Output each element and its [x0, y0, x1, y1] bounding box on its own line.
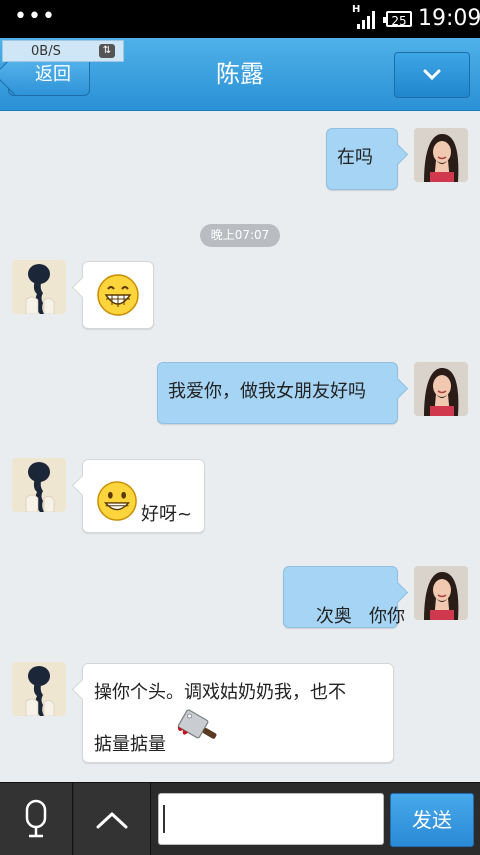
message-bubble-incoming[interactable]: 操你个头。调戏姑奶奶我，也不 掂量掂量 — [82, 663, 394, 763]
cleaver-knife-icon — [177, 709, 217, 739]
microphone-icon — [25, 799, 47, 838]
my-avatar[interactable] — [414, 362, 468, 416]
smiling-face-icon — [97, 481, 137, 521]
chevron-up-icon — [96, 812, 128, 829]
send-button[interactable]: 发送 — [390, 793, 474, 847]
status-bar: ••• H 25 19:09 — [0, 0, 480, 38]
message-bubble-outgoing[interactable]: 次奥 你你 — [283, 566, 405, 628]
signal-icon — [357, 11, 375, 29]
net-speed-value: 0B/S — [31, 44, 61, 59]
chevron-down-icon — [423, 69, 441, 81]
battery-level: 25 — [391, 14, 407, 28]
back-button-label: 返回 — [35, 64, 71, 85]
up-down-arrows-icon: ⇅ — [99, 44, 115, 58]
grinning-face-icon — [97, 274, 139, 316]
my-avatar[interactable] — [414, 566, 468, 620]
more-menu-button[interactable] — [394, 52, 470, 98]
message-text-line1: 操你个头。调戏姑奶奶我，也不 — [94, 682, 346, 703]
battery-icon: 25 — [383, 11, 412, 28]
message-timestamp: 晚上07:07 — [200, 224, 280, 247]
message-bubble-incoming[interactable]: 好呀~ — [82, 459, 205, 533]
contact-avatar[interactable] — [12, 260, 66, 314]
message-text: 次奥 你你 — [315, 606, 406, 627]
input-bar: 发送 — [0, 782, 480, 855]
message-text-line2: 掂量掂量 — [94, 734, 166, 755]
my-avatar[interactable] — [414, 128, 468, 182]
message-bubble-outgoing[interactable]: 我爱你，做我女朋友好吗 — [157, 362, 398, 424]
contact-avatar[interactable] — [12, 458, 66, 512]
contact-avatar[interactable] — [12, 662, 66, 716]
expand-panel-button[interactable] — [74, 783, 151, 855]
message-text: 在吗 — [337, 147, 373, 168]
net-speed-widget: 0B/S ⇅ — [2, 40, 124, 62]
message-text: 我爱你，做我女朋友好吗 — [168, 381, 366, 402]
clock: 19:09 — [418, 6, 480, 31]
voice-input-button[interactable] — [0, 783, 73, 855]
message-input[interactable] — [158, 793, 384, 845]
text-cursor — [163, 805, 165, 833]
message-bubble-outgoing[interactable]: 在吗 — [326, 128, 398, 190]
message-bubble-incoming[interactable] — [82, 261, 154, 329]
message-text: 好呀~ — [141, 504, 193, 525]
chat-title: 陈露 — [216, 60, 264, 88]
notification-dots: ••• — [14, 4, 56, 29]
